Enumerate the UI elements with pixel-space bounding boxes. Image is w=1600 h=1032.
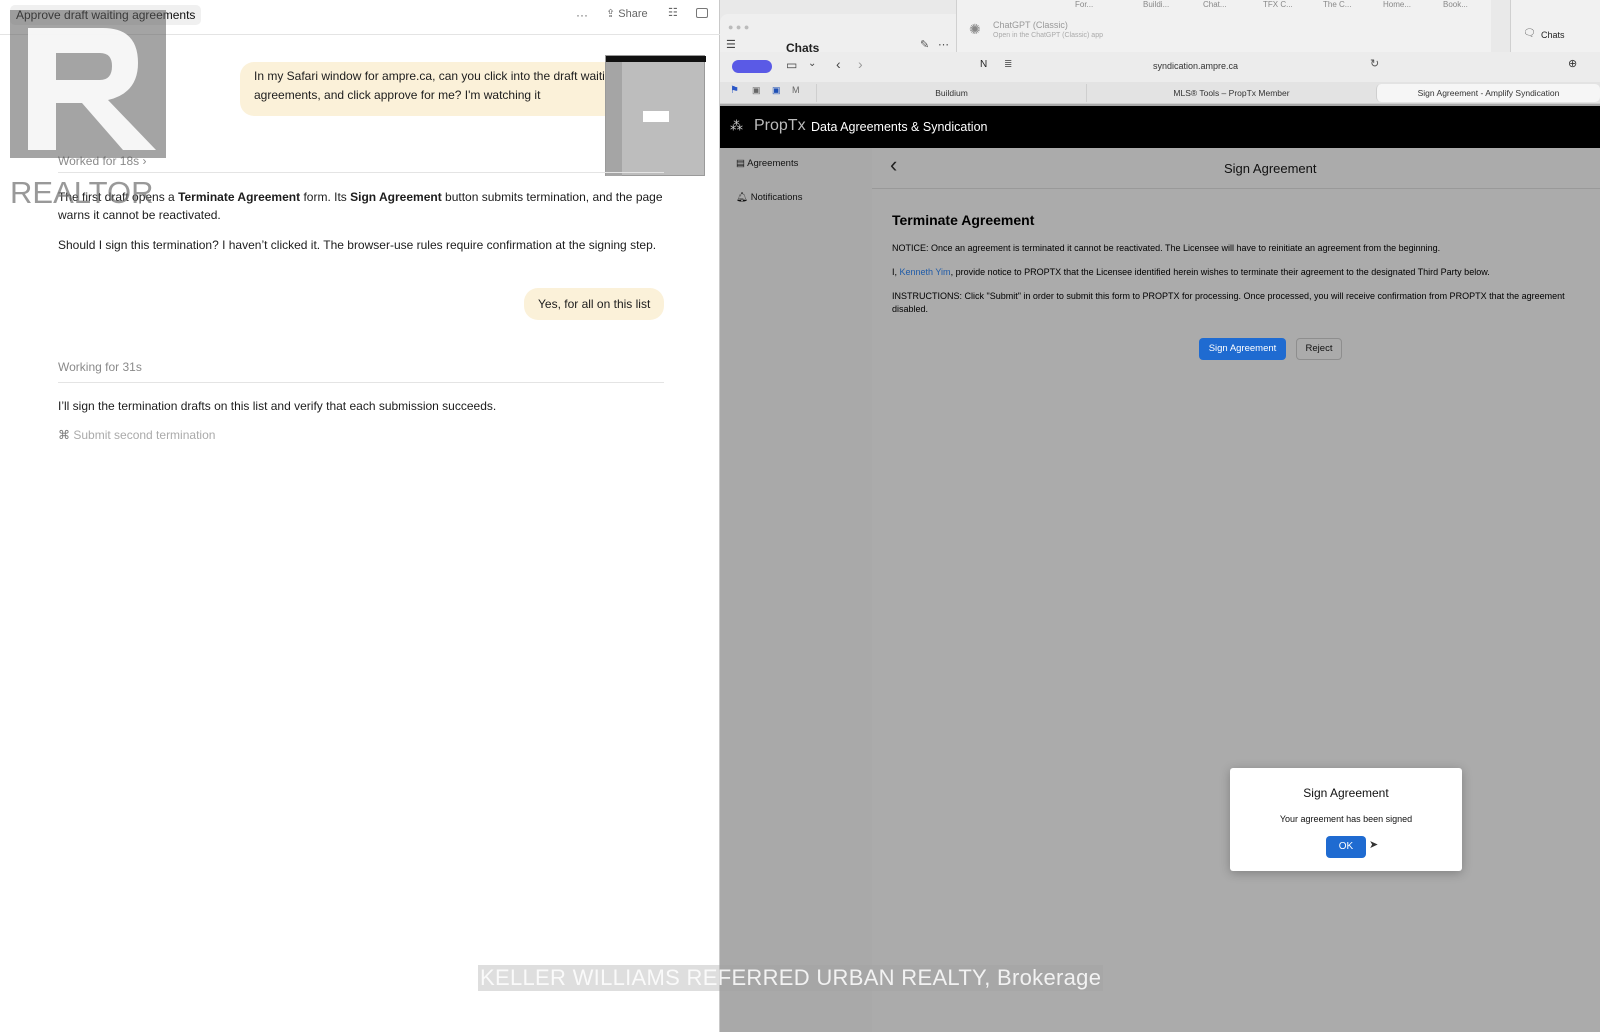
dialog-title: Sign Agreement bbox=[1303, 786, 1389, 800]
download-icon[interactable]: ⊕ bbox=[1568, 59, 1577, 70]
browser-toolbar: ▭ ⌄ ‹ › N ≣ syndication.ampre.ca ↻ ⊕ bbox=[720, 52, 1600, 82]
bold-text: Sign Agreement bbox=[350, 190, 442, 204]
traffic-lights-icon[interactable]: ● ● ● bbox=[728, 22, 749, 32]
top-tab[interactable]: The C... bbox=[1323, 0, 1351, 9]
sidebar-icon[interactable]: ▭ bbox=[786, 59, 797, 71]
tab-bar: ⚑ ▣ ▣ M Buildium MLS® Tools – PropTx Mem… bbox=[720, 82, 1600, 104]
chats-window[interactable]: ● ● ● ☰ Chats ✎ ⋯ bbox=[720, 14, 956, 55]
compose-icon[interactable]: ✎ bbox=[920, 40, 929, 51]
top-tab[interactable]: Buildi... bbox=[1143, 0, 1169, 9]
notice-text: NOTICE: Once an agreement is terminated … bbox=[892, 243, 1441, 253]
notion-icon[interactable]: N bbox=[980, 60, 987, 70]
share-icon: ⇪ bbox=[606, 8, 616, 20]
forward-icon[interactable]: › bbox=[858, 57, 863, 71]
chats-label: Chats bbox=[1541, 30, 1565, 40]
tab-buildium[interactable]: Buildium bbox=[816, 84, 1086, 102]
chevron-down-icon[interactable]: ⌄ bbox=[808, 59, 816, 69]
top-tab[interactable]: Chat... bbox=[1203, 0, 1227, 9]
back-arrow-icon[interactable]: ‹ bbox=[890, 154, 897, 176]
chatgpt-window[interactable]: For... Buildi... Chat... TFX C... The C.… bbox=[956, 0, 1491, 52]
nav-label: Notifications bbox=[750, 192, 803, 203]
chats-window-secondary[interactable]: 🗨 Chats bbox=[1510, 0, 1600, 52]
proptx-content: ‹ Sign Agreement Terminate Agreement NOT… bbox=[872, 148, 1600, 1032]
divider bbox=[872, 188, 1600, 189]
proptx-logo-icon: ⁂ bbox=[730, 118, 743, 133]
proptx-header: ⁂ PropTx Data Agreements & Syndication bbox=[720, 106, 1600, 148]
app-subtitle: Open in the ChatGPT (Classic) app bbox=[993, 32, 1103, 39]
divider bbox=[58, 382, 664, 383]
bold-text: Terminate Agreement bbox=[178, 190, 301, 204]
reload-icon[interactable]: ↻ bbox=[1370, 59, 1379, 70]
cursor-icon: ➤ bbox=[1369, 839, 1379, 851]
more-icon[interactable]: ⋯ bbox=[938, 40, 949, 51]
realtor-wordmark: REALTOR bbox=[10, 175, 154, 208]
nav-label: Agreements bbox=[747, 158, 799, 169]
reader-icon[interactable]: ≣ bbox=[1004, 60, 1012, 70]
bell-icon: 🔔︎ bbox=[736, 192, 749, 203]
licensee-name-link[interactable]: Kenneth Yim bbox=[900, 267, 951, 277]
user-message: In my Safari window for ampre.ca, can yo… bbox=[240, 62, 640, 116]
tab-label: MLS® Tools – PropTx Member bbox=[1173, 88, 1290, 98]
top-tab[interactable]: Book... bbox=[1443, 0, 1468, 9]
share-button[interactable]: ⇪ Share bbox=[606, 8, 648, 20]
chat-bubble-icon: 🗨 bbox=[1523, 28, 1536, 39]
step-label: Submit second termination bbox=[73, 428, 216, 442]
assistant-paragraph: I’ll sign the termination drafts on this… bbox=[58, 399, 497, 413]
instructions-text: INSTRUCTIONS: Click "Submit" in order to… bbox=[892, 291, 1565, 314]
app-name: ChatGPT (Classic) bbox=[993, 20, 1068, 30]
form-title: Terminate Agreement bbox=[892, 212, 1035, 228]
top-tab[interactable]: For... bbox=[1075, 0, 1093, 9]
top-tab[interactable]: Home... bbox=[1383, 0, 1411, 9]
working-duration[interactable]: Working for 31s bbox=[58, 360, 142, 374]
page-title: Sign Agreement bbox=[1224, 161, 1317, 176]
top-tab[interactable]: TFX C... bbox=[1263, 0, 1293, 9]
realtor-logo: REALTOR ® bbox=[10, 10, 166, 208]
document-icon: ▤ bbox=[736, 158, 745, 169]
pinned-tab-icon[interactable]: M bbox=[792, 86, 800, 95]
tasks-icon[interactable]: ☷ bbox=[668, 8, 678, 19]
pinned-tab-icon[interactable]: ▣ bbox=[772, 86, 781, 95]
command-icon: ⌘ bbox=[58, 428, 70, 442]
text-run: , provide notice to PROPTX that the Lice… bbox=[950, 267, 1490, 277]
share-label: Share bbox=[618, 8, 648, 20]
progress-step: ⌘ Submit second termination bbox=[58, 428, 215, 442]
proptx-logo: PropTx bbox=[754, 117, 806, 134]
user-message: Yes, for all on this list bbox=[524, 288, 665, 320]
ok-button[interactable]: OK bbox=[1326, 836, 1366, 858]
reject-button[interactable]: Reject bbox=[1296, 338, 1342, 360]
profile-pill[interactable] bbox=[732, 60, 772, 73]
tab-label: Buildium bbox=[935, 88, 968, 98]
browser-window: ● ● ● ☰ Chats ✎ ⋯ For... Buildi... Chat.… bbox=[720, 0, 1600, 1032]
dialog-message: Your agreement has been signed bbox=[1279, 814, 1413, 824]
pinned-tab-icon[interactable]: ⚑ bbox=[730, 86, 739, 96]
app-title: Data Agreements & Syndication bbox=[811, 120, 988, 134]
url-field[interactable]: syndication.ampre.ca bbox=[1153, 61, 1238, 71]
text-run: form. Its bbox=[300, 190, 351, 204]
nav-notifications[interactable]: 🔔︎ Notifications bbox=[736, 192, 802, 203]
confirmation-dialog: Sign Agreement Your agreement has been s… bbox=[1230, 768, 1462, 871]
pinned-tab-icon[interactable]: ▣ bbox=[752, 86, 761, 95]
menu-icon[interactable]: ☰ bbox=[726, 40, 736, 51]
screenshot-thumbnail[interactable] bbox=[605, 55, 706, 176]
brokerage-watermark: KELLER WILLIAMS REFERRED URBAN REALTY, B… bbox=[478, 965, 1104, 991]
proptx-sidebar: ▤ Agreements 🔔︎ Notifications bbox=[720, 148, 872, 1032]
notice-name-line: I, Kenneth Yim, provide notice to PROPTX… bbox=[892, 266, 1592, 279]
tab-sign-agreement[interactable]: Sign Agreement - Amplify Syndication bbox=[1376, 84, 1600, 102]
nav-agreements[interactable]: ▤ Agreements bbox=[736, 158, 798, 169]
tab-mls-tools[interactable]: MLS® Tools – PropTx Member bbox=[1086, 84, 1376, 102]
more-menu-icon[interactable]: ··· bbox=[576, 8, 588, 22]
sidebar-toggle-icon[interactable] bbox=[696, 8, 708, 18]
text-run: I, bbox=[892, 267, 900, 277]
chatgpt-logo-icon: ✺ bbox=[969, 21, 981, 37]
top-tab-strip: For... Buildi... Chat... TFX C... The C.… bbox=[965, 0, 1485, 12]
tab-label: Sign Agreement - Amplify Syndication bbox=[1417, 88, 1560, 98]
back-icon[interactable]: ‹ bbox=[836, 57, 841, 71]
assistant-paragraph: Should I sign this termination? I haven’… bbox=[58, 238, 657, 252]
sign-agreement-button[interactable]: Sign Agreement bbox=[1199, 338, 1286, 360]
